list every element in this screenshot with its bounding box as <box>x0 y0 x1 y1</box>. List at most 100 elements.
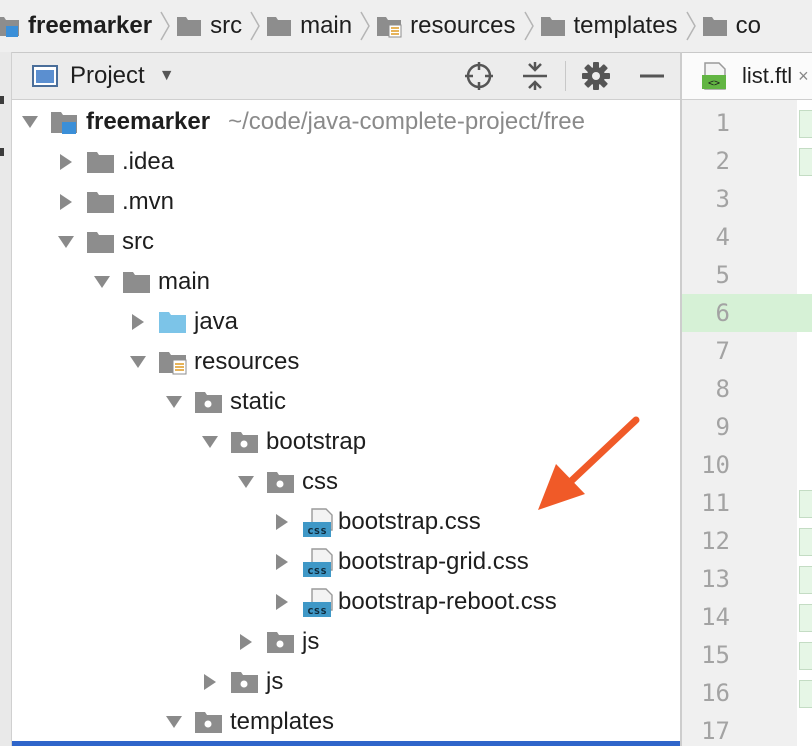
expand-arrow-right-icon[interactable] <box>272 552 292 572</box>
editor-tab-bar: <> list.ftl × <box>682 53 812 100</box>
tree-item-text: js <box>302 628 319 656</box>
chevron-down-icon: ▼ <box>158 67 175 84</box>
tree-item-name: resources <box>194 348 300 375</box>
package-folder-icon <box>266 628 294 656</box>
expand-arrow-down-icon[interactable] <box>200 432 220 452</box>
expand-arrow-down-icon[interactable] <box>20 112 40 132</box>
tree-row[interactable]: js <box>12 662 680 702</box>
expand-arrow-down-icon[interactable] <box>164 712 184 732</box>
tree-item-text: freemarker ~/code/java-complete-project/f… <box>86 108 585 136</box>
svg-text:<>: <> <box>708 78 720 89</box>
toolbar-divider <box>565 61 566 91</box>
expand-arrow-down-icon[interactable] <box>128 352 148 372</box>
expand-arrow-right-icon[interactable] <box>200 672 220 692</box>
close-icon[interactable]: × <box>798 66 809 87</box>
tree-item-name: css <box>302 468 338 495</box>
tree-row[interactable]: css bootstrap-reboot.css <box>12 582 680 622</box>
tree-row[interactable]: templates <box>12 702 680 742</box>
tree-row[interactable]: resources <box>12 342 680 382</box>
collapse-all-icon <box>523 62 547 90</box>
css-file-icon: css <box>302 588 333 617</box>
tree-row[interactable]: .idea <box>12 142 680 182</box>
fold-marker-icon[interactable] <box>799 148 812 176</box>
expand-arrow-down-icon[interactable] <box>164 392 184 412</box>
line-number: 12 <box>701 527 730 555</box>
tree-row[interactable]: java <box>12 302 680 342</box>
expand-arrow-right-icon[interactable] <box>272 592 292 612</box>
css-file-icon: css <box>302 508 333 537</box>
module-folder-icon <box>0 14 20 38</box>
fold-marker-icon[interactable] <box>799 110 812 138</box>
tree-item-name: bootstrap-grid.css <box>338 548 529 575</box>
line-number: 3 <box>715 185 730 213</box>
tree-row[interactable]: css bootstrap.css <box>12 502 680 542</box>
package-folder-icon <box>230 668 258 696</box>
hide-panel-button[interactable] <box>624 53 680 99</box>
svg-text:css: css <box>307 564 327 577</box>
line-number: 8 <box>715 375 730 403</box>
tree-item-text: js <box>266 668 283 696</box>
folder-icon <box>540 14 566 38</box>
project-panel-title: Project <box>70 62 145 89</box>
project-tree[interactable]: freemarker ~/code/java-complete-project/f… <box>12 100 680 746</box>
tree-row[interactable]: main <box>12 262 680 302</box>
svg-text:css: css <box>307 604 327 617</box>
breadcrumb-item[interactable]: resources <box>372 0 521 52</box>
strip-marker <box>0 148 4 156</box>
tree-row[interactable]: .mvn <box>12 182 680 222</box>
tree-item-name: .idea <box>122 148 175 175</box>
folder-icon <box>86 228 114 256</box>
settings-button[interactable] <box>568 53 624 99</box>
expand-arrow-down-icon[interactable] <box>236 472 256 492</box>
tree-item-name: java <box>194 308 239 335</box>
project-window-icon <box>32 65 58 87</box>
tree-row[interactable]: src <box>12 222 680 262</box>
tree-row[interactable]: static <box>12 382 680 422</box>
breadcrumb-label: main <box>300 12 353 39</box>
tree-row[interactable]: js <box>12 622 680 662</box>
fold-marker-icon[interactable] <box>799 680 812 708</box>
fold-marker-icon[interactable] <box>799 490 812 518</box>
tree-item-text: css <box>302 468 338 496</box>
expand-arrow-right-icon[interactable] <box>128 312 148 332</box>
tree-row[interactable]: css <box>12 462 680 502</box>
tree-row[interactable]: freemarker ~/code/java-complete-project/f… <box>12 102 680 142</box>
breadcrumb: freemarker src main resources templates co <box>0 0 812 53</box>
breadcrumb-item[interactable]: freemarker <box>0 0 158 52</box>
package-folder-icon <box>230 428 258 456</box>
expand-arrow-down-icon[interactable] <box>92 272 112 292</box>
minimize-icon <box>640 74 664 78</box>
breadcrumb-separator-icon <box>158 0 172 52</box>
line-number: 16 <box>701 679 730 707</box>
project-view-selector[interactable]: Project ▼ <box>32 62 175 90</box>
breadcrumb-item[interactable]: src <box>172 0 248 52</box>
locate-button[interactable] <box>451 53 507 99</box>
breadcrumb-item[interactable]: co <box>698 0 767 52</box>
tree-item-name: js <box>266 668 284 695</box>
tree-item-name: bootstrap.css <box>338 508 481 535</box>
line-number: 7 <box>715 337 730 365</box>
breadcrumb-item[interactable]: templates <box>536 0 684 52</box>
fold-marker-icon[interactable] <box>799 528 812 556</box>
fold-marker-icon[interactable] <box>799 566 812 594</box>
tree-item-name: bootstrap <box>266 428 367 455</box>
expand-arrow-right-icon[interactable] <box>56 152 76 172</box>
tree-row[interactable]: css bootstrap-grid.css <box>12 542 680 582</box>
collapse-all-button[interactable] <box>507 53 563 99</box>
tree-item-name: js <box>302 628 320 655</box>
package-folder-icon <box>194 708 222 736</box>
expand-arrow-right-icon[interactable] <box>272 512 292 532</box>
breadcrumb-item[interactable]: main <box>262 0 358 52</box>
tab-list-ftl[interactable]: <> list.ftl × <box>682 53 812 99</box>
tree-row[interactable]: bootstrap <box>12 422 680 462</box>
source-folder-icon <box>158 308 186 336</box>
fold-marker-icon[interactable] <box>799 604 812 632</box>
tree-item-text: bootstrap-reboot.css <box>338 588 557 616</box>
expand-arrow-down-icon[interactable] <box>56 232 76 252</box>
expand-arrow-right-icon[interactable] <box>236 632 256 652</box>
package-folder-icon <box>266 468 294 496</box>
breadcrumb-label: freemarker <box>28 12 153 39</box>
fold-marker-icon[interactable] <box>799 642 812 670</box>
code-editor[interactable]: 1 2 3 4 5 6 7 8 9 10 11 12 13 14 15 16 17 <box>682 100 812 746</box>
expand-arrow-right-icon[interactable] <box>56 192 76 212</box>
